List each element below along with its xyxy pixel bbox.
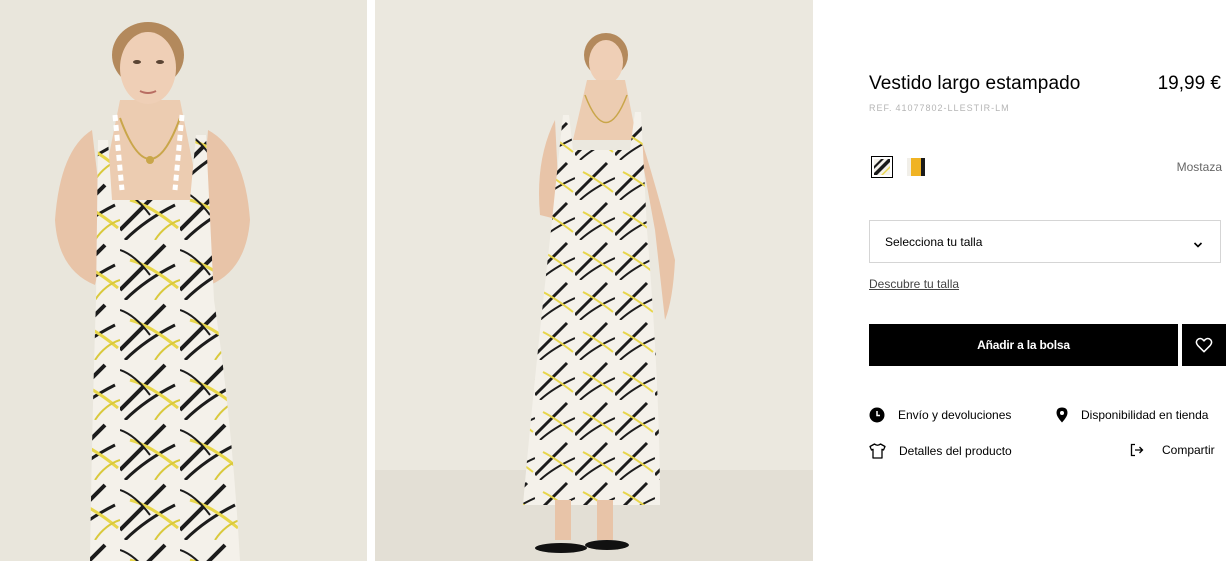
product-details-link[interactable]: Detalles del producto — [869, 443, 1012, 459]
store-availability-label: Disponibilidad en tienda — [1081, 408, 1209, 422]
photo-front-closeup[interactable] — [0, 0, 367, 561]
model-full-body-image — [375, 0, 813, 561]
share-icon — [1130, 443, 1144, 457]
reference-label: REF. — [869, 103, 893, 113]
photo-full-body[interactable] — [375, 0, 813, 561]
mustard-swatch-icon — [907, 158, 925, 176]
clock-icon — [869, 407, 885, 423]
heart-icon — [1195, 337, 1213, 353]
shipping-returns-label: Envío y devoluciones — [898, 408, 1012, 422]
product-title: Vestido largo estampado — [869, 73, 1081, 94]
color-swatch-print[interactable] — [871, 156, 893, 178]
product-details-label: Detalles del producto — [899, 444, 1012, 458]
product-reference: REF. 41077802-LLESTIR-LM — [869, 103, 1013, 113]
print-swatch-icon — [874, 159, 890, 175]
location-pin-icon — [1055, 407, 1069, 423]
product-page: Vestido largo estampado 19,99 € REF. 4107… — [0, 0, 1226, 561]
share-label: Compartir — [1162, 443, 1215, 457]
store-availability-link[interactable]: Disponibilidad en tienda — [1055, 407, 1208, 423]
selected-color-name: Mostaza — [1176, 160, 1222, 174]
shipping-returns-link[interactable]: Envío y devoluciones — [869, 407, 1011, 423]
size-select-placeholder: Selecciona tu talla — [885, 235, 983, 249]
model-front-image — [0, 0, 367, 561]
add-to-bag-button[interactable]: Añadir a la bolsa — [869, 324, 1178, 366]
product-price: 19,99 € — [1157, 73, 1221, 94]
tshirt-icon — [869, 443, 886, 459]
size-guide-link[interactable]: Descubre tu talla — [869, 277, 959, 291]
reference-code: 41077802-LLESTIR-LM — [895, 103, 1010, 113]
share-link[interactable]: Compartir — [1130, 443, 1215, 457]
size-select[interactable]: Selecciona tu talla — [869, 220, 1221, 263]
color-swatch-mustard[interactable] — [905, 156, 927, 178]
chevron-down-icon — [1193, 237, 1203, 255]
favorite-button[interactable] — [1182, 324, 1226, 366]
